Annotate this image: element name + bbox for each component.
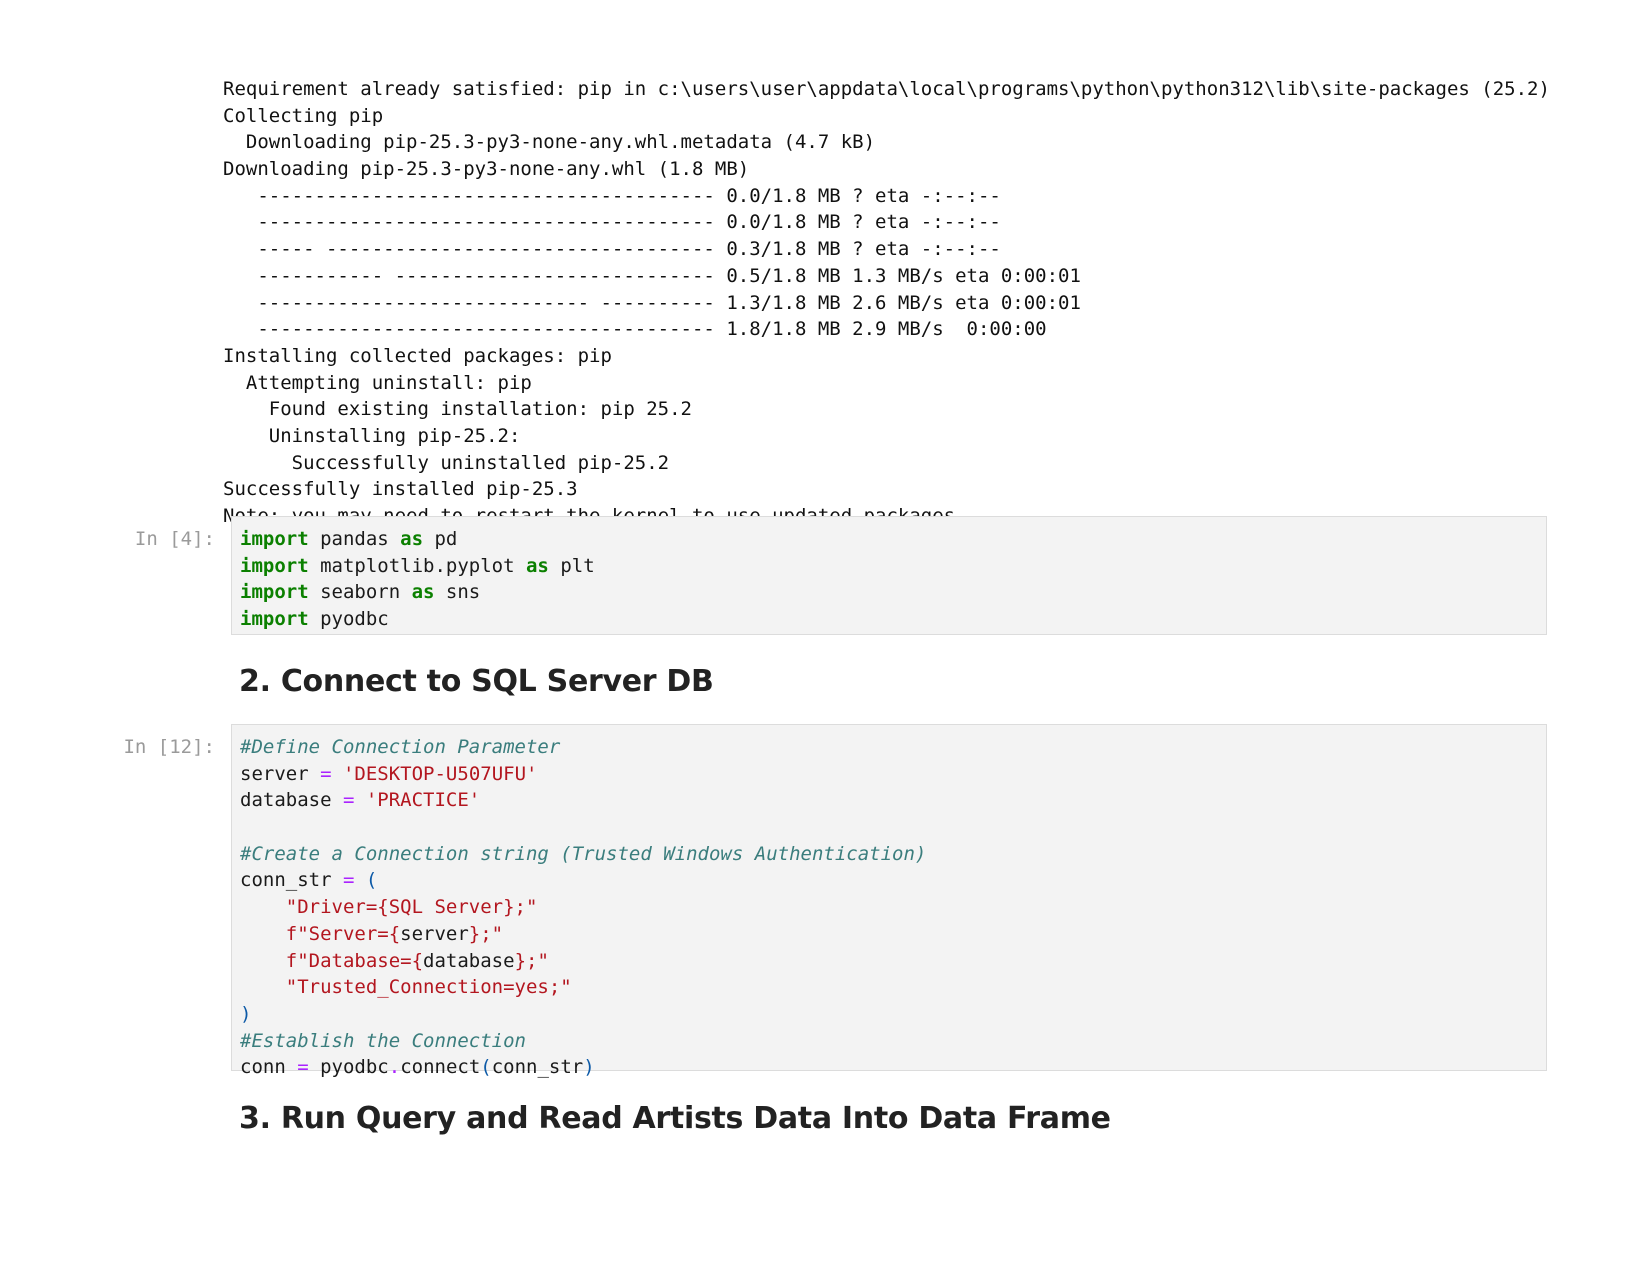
output-line: ----------------------------------------…	[223, 211, 1001, 234]
code-line: import seaborn as sns	[240, 579, 1546, 606]
code-cell-connect[interactable]: #Define Connection Parameter server = 'DE…	[231, 724, 1547, 1078]
output-line: ----------------------------------------…	[223, 318, 1047, 341]
code-line: "Driver={SQL Server};"	[240, 894, 1546, 921]
output-line: Requirement already satisfied: pip in c:…	[223, 78, 1550, 100]
code-token: conn_str	[240, 869, 343, 892]
code-token: as	[400, 528, 424, 550]
code-token: import	[240, 528, 309, 550]
output-line: Attempting uninstall: pip	[223, 371, 532, 394]
code-token: server	[240, 762, 321, 785]
code-token: pyodbc	[308, 1056, 389, 1079]
code-token: pd	[423, 528, 458, 550]
output-line: Collecting pip	[223, 104, 384, 127]
code-token: sns	[434, 581, 481, 604]
code-token: #Create a Connection string (Trusted Win…	[240, 842, 927, 865]
code-line: database = 'PRACTICE'	[240, 787, 1546, 814]
code-token: matplotlib.pyplot	[308, 554, 526, 577]
code-token: conn_str	[491, 1056, 584, 1079]
code-token: as	[525, 554, 549, 577]
code-token: "Trusted_Connection=yes;"	[285, 976, 572, 999]
code-token: f"Server={	[285, 922, 401, 945]
code-token: f"Database={	[285, 949, 424, 972]
code-line: f"Server={server};"	[240, 921, 1546, 948]
code-line: conn = pyodbc.connect(conn_str)	[240, 1054, 1546, 1081]
code-token: server	[400, 922, 469, 945]
code-line: import pandas as pd	[240, 526, 1546, 553]
code-token: conn	[240, 1056, 298, 1079]
code-token: )	[583, 1056, 595, 1079]
code-token: (	[365, 869, 378, 892]
code-line: f"Database={database};"	[240, 948, 1546, 975]
code-token: "Driver={SQL Server};"	[285, 896, 538, 919]
code-token: #Define Connection Parameter	[240, 736, 561, 758]
code-line: conn_str = (	[240, 867, 1546, 894]
code-editor-imports[interactable]: import pandas as pd import matplotlib.pyp…	[232, 517, 1546, 633]
code-editor-connect[interactable]: #Define Connection Parameter server = 'DE…	[232, 725, 1546, 1081]
code-line: #Create a Connection string (Trusted Win…	[240, 841, 1546, 868]
code-line: import pyodbc	[240, 606, 1546, 633]
code-token: connect	[400, 1056, 481, 1079]
code-cell-imports[interactable]: import pandas as pd import matplotlib.pyp…	[231, 516, 1547, 635]
output-line: Successfully uninstalled pip-25.2	[223, 451, 670, 474]
code-line: "Trusted_Connection=yes;"	[240, 974, 1546, 1001]
code-line: )	[240, 1001, 1546, 1028]
output-line: Found existing installation: pip 25.2	[223, 398, 692, 421]
output-line: Installing collected packages: pip	[223, 344, 612, 367]
code-token: database	[240, 789, 343, 812]
code-token: )	[240, 1002, 252, 1025]
code-token: pyodbc	[308, 608, 389, 631]
output-line: ----------------------------------------…	[223, 184, 1001, 207]
output-line: ----- ----------------------------------…	[223, 238, 1001, 261]
code-token: 'DESKTOP-U507UFU'	[342, 762, 538, 785]
code-token: plt	[548, 554, 595, 577]
code-token: seaborn	[308, 581, 412, 604]
pip-output: Requirement already satisfied: pip in c:…	[223, 76, 1550, 530]
output-line: Successfully installed pip-25.3	[223, 478, 578, 501]
code-line: #Establish the Connection	[240, 1028, 1546, 1055]
code-line: server = 'DESKTOP-U507UFU'	[240, 761, 1546, 788]
output-line: Downloading pip-25.3-py3-none-any.whl.me…	[223, 131, 876, 154]
code-token: #Establish the Connection	[240, 1029, 526, 1052]
code-token: database	[423, 949, 515, 972]
code-line: #Define Connection Parameter	[240, 734, 1546, 761]
output-line: Downloading pip-25.3-py3-none-any.whl (1…	[223, 158, 750, 181]
code-token: };"	[468, 922, 504, 945]
code-token: (	[480, 1056, 492, 1079]
code-token: 'PRACTICE'	[365, 789, 481, 812]
code-token: pandas	[308, 528, 401, 550]
code-token: import	[240, 608, 309, 631]
code-token: .	[388, 1056, 401, 1079]
code-token: import	[240, 554, 309, 577]
code-token: };"	[514, 949, 549, 972]
code-line: import matplotlib.pyplot as plt	[240, 553, 1546, 580]
code-token: =	[320, 762, 332, 785]
output-line: ----------------------------- ----------…	[223, 291, 1081, 314]
code-token: as	[411, 581, 435, 604]
section-heading-query: 3. Run Query and Read Artists Data Into …	[239, 1101, 1111, 1136]
output-line: ----------- ----------------------------…	[223, 264, 1081, 287]
code-token: import	[240, 581, 309, 604]
output-line: Uninstalling pip-25.2:	[223, 424, 521, 447]
code-token: =	[342, 789, 355, 812]
code-token: =	[342, 869, 355, 892]
cell-prompt-connect: In [12]:	[123, 736, 215, 758]
cell-prompt-imports: In [4]:	[134, 528, 215, 550]
code-token: =	[297, 1056, 309, 1079]
section-heading-connect: 2. Connect to SQL Server DB	[239, 664, 714, 699]
